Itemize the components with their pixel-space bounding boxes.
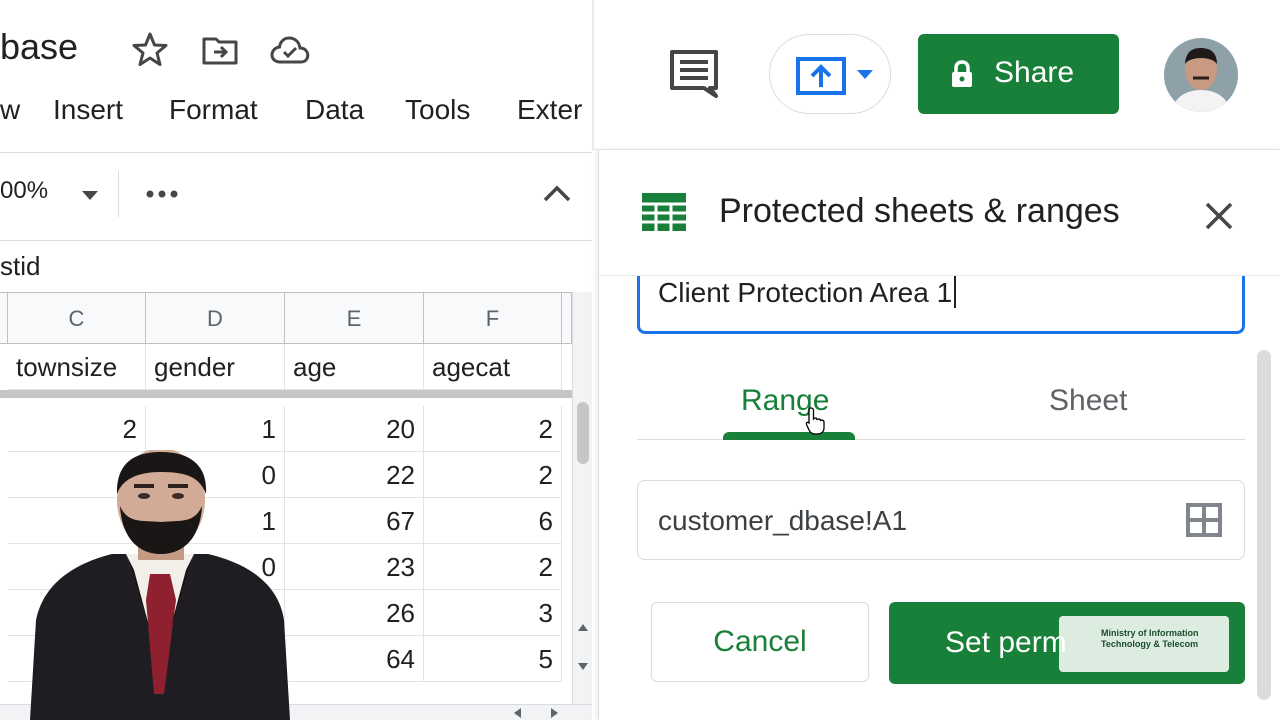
table-cell[interactable]: agecat	[424, 344, 562, 390]
scroll-down-icon[interactable]	[577, 662, 589, 672]
menu-extensions[interactable]: Exter	[517, 94, 582, 126]
table-cell[interactable]: 5	[424, 636, 562, 682]
table-cell[interactable]: 6	[424, 498, 562, 544]
menu-format[interactable]: Format	[169, 94, 258, 126]
zoom-dropdown-icon[interactable]	[80, 189, 100, 203]
formula-value: stid	[0, 251, 41, 281]
menu-data[interactable]: Data	[305, 94, 364, 126]
ministry-watermark-logo: Ministry of Information Technology & Tel…	[1059, 616, 1229, 672]
table-cell[interactable]: age	[285, 344, 424, 390]
present-button[interactable]	[769, 34, 891, 114]
protected-ranges-panel: Protected sheets & ranges Client Protect…	[598, 150, 1280, 720]
lock-icon	[952, 60, 972, 87]
comment-icon	[670, 50, 718, 98]
column-header-c[interactable]: C	[8, 292, 146, 344]
account-avatar[interactable]	[1164, 38, 1238, 112]
presenter-video-overlay	[30, 450, 290, 720]
table-cell[interactable]: 2	[424, 452, 562, 498]
scrollbar-thumb[interactable]	[577, 402, 589, 464]
text-caret	[954, 276, 957, 308]
collapse-menus-icon[interactable]	[542, 183, 572, 203]
toolbar-divider	[118, 171, 119, 217]
range-value: customer_dbase!A1	[658, 505, 908, 536]
scroll-left-icon[interactable]	[512, 707, 522, 719]
watermark-line-1: Ministry of Information	[1101, 628, 1199, 638]
column-header-e[interactable]: E	[285, 292, 424, 344]
frozen-row-divider[interactable]	[0, 390, 572, 398]
column-header-f[interactable]: F	[424, 292, 562, 344]
cancel-button[interactable]: Cancel	[651, 602, 869, 682]
screen: base w Insert Format Data Tools Exter 00…	[0, 0, 1280, 720]
sheets-icon	[642, 193, 686, 231]
vertical-scrollbar[interactable]	[572, 292, 592, 720]
scroll-up-icon[interactable]	[577, 622, 589, 632]
set-permissions-button[interactable]: Set perm Ministry of Information Technol…	[889, 602, 1245, 684]
table-cell[interactable]: 3	[424, 590, 562, 636]
panel-header: Protected sheets & ranges	[599, 150, 1280, 276]
move-to-folder-icon[interactable]	[200, 30, 240, 70]
formula-bar[interactable]: stid	[0, 240, 592, 292]
doc-title[interactable]: base	[0, 26, 78, 68]
table-cell[interactable]: 64	[285, 636, 424, 682]
present-icon	[796, 57, 846, 95]
zoom-select[interactable]: 00%	[0, 177, 48, 205]
table-cell[interactable]: townsize	[8, 344, 146, 390]
toolbar: 00%	[0, 152, 592, 240]
more-options-icon[interactable]	[146, 189, 178, 199]
table-cell[interactable]: 2	[8, 406, 146, 452]
select-range-icon[interactable]	[1186, 503, 1222, 537]
column-header-d[interactable]: D	[146, 292, 285, 344]
star-icon[interactable]	[130, 30, 170, 70]
panel-scrollbar[interactable]	[1257, 350, 1271, 700]
scroll-right-icon[interactable]	[550, 707, 560, 719]
tab-sheet[interactable]: Sheet	[1049, 384, 1127, 418]
table-cell[interactable]: 20	[285, 406, 424, 452]
avatar-image	[1164, 38, 1238, 112]
table-cell[interactable]: 23	[285, 544, 424, 590]
table-cell[interactable]: 2	[424, 544, 562, 590]
share-label: Share	[994, 56, 1075, 89]
table-cell[interactable]: 67	[285, 498, 424, 544]
comment-history-button[interactable]	[668, 48, 722, 100]
cloud-saved-icon[interactable]	[268, 30, 312, 70]
panel-title: Protected sheets & ranges	[719, 192, 1120, 230]
table-cell[interactable]: 26	[285, 590, 424, 636]
hand-cursor-icon	[805, 407, 825, 435]
column-header-edge	[0, 292, 8, 344]
menu-insert[interactable]: Insert	[53, 94, 123, 126]
menu-view[interactable]: w	[0, 94, 20, 126]
table-cell[interactable]: 1	[146, 406, 285, 452]
range-sheet-tabs: Range Sheet	[637, 376, 1245, 440]
close-icon	[1205, 202, 1233, 230]
column-header-edge-right	[562, 292, 572, 344]
menu-tools[interactable]: Tools	[405, 94, 470, 126]
table-cell[interactable]: 2	[424, 406, 562, 452]
table-cell[interactable]: gender	[146, 344, 285, 390]
share-button[interactable]: Share	[918, 34, 1119, 114]
active-tab-indicator	[723, 432, 855, 440]
top-right-bar: Share	[592, 0, 1280, 150]
chevron-down-icon	[857, 70, 873, 79]
description-value: Client Protection Area 1	[658, 277, 953, 308]
close-button[interactable]	[1201, 198, 1237, 234]
set-permissions-label: Set perm	[945, 626, 1067, 659]
table-cell[interactable]: 22	[285, 452, 424, 498]
watermark-line-2: Technology & Telecom	[1101, 639, 1199, 649]
range-input[interactable]: customer_dbase!A1	[637, 480, 1245, 560]
